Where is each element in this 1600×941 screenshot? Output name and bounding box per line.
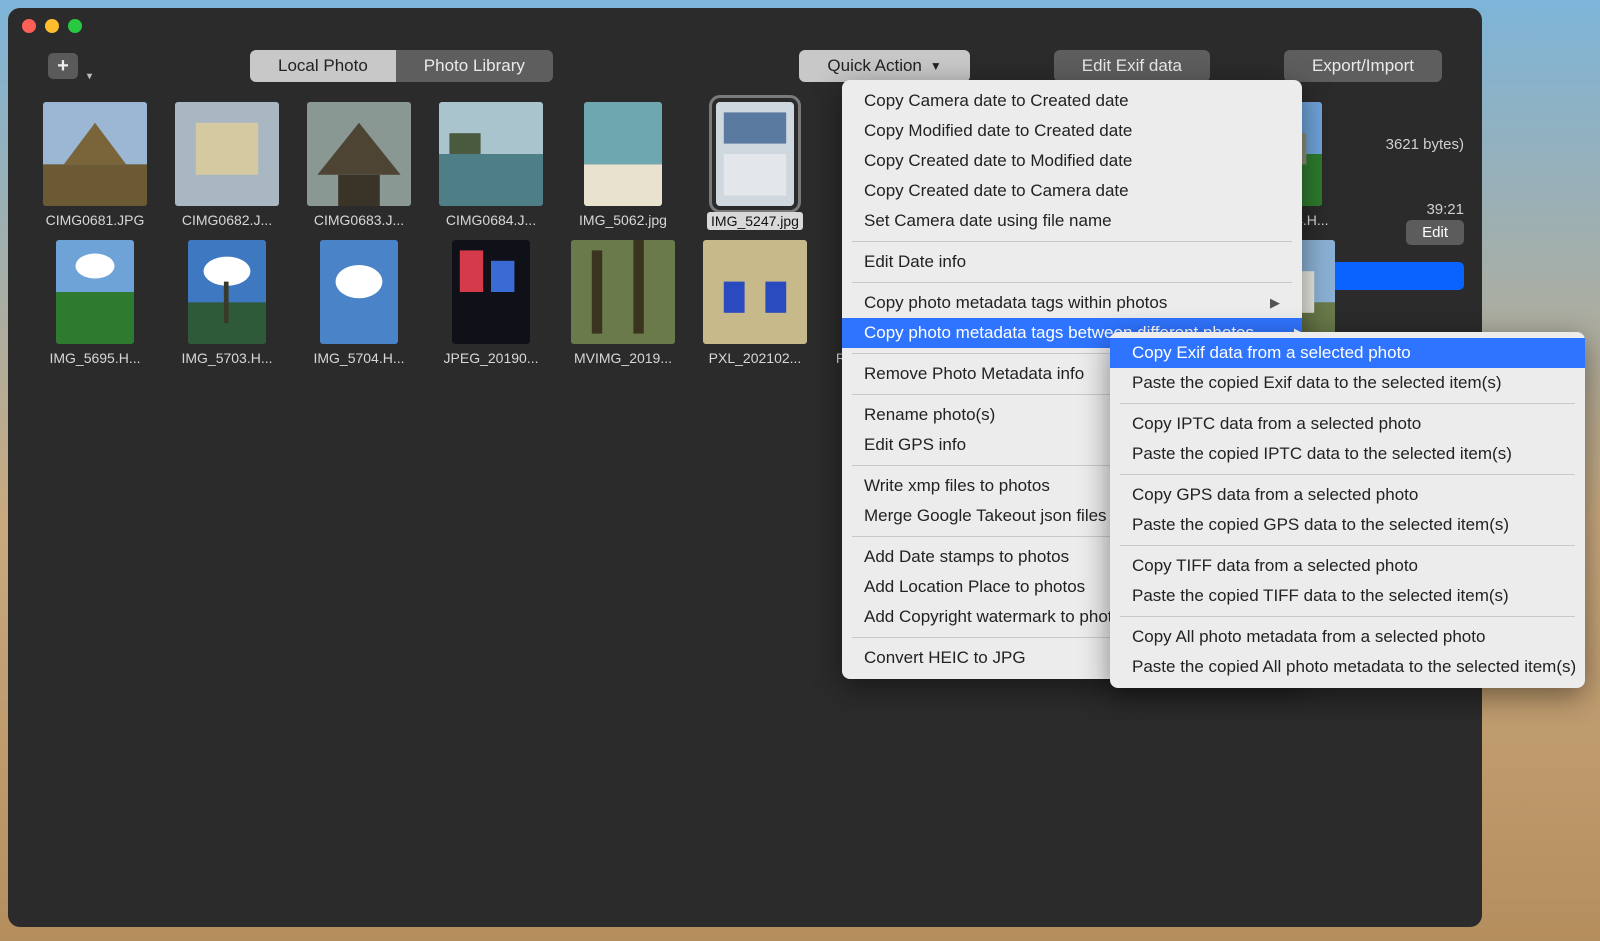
- thumbnail-item[interactable]: IMG_5062.jpg: [558, 102, 688, 230]
- menu-item-label: Set Camera date using file name: [864, 211, 1112, 231]
- menu-separator: [1120, 616, 1575, 617]
- source-segmented: Local Photo Photo Library: [250, 50, 553, 82]
- thumbnail-image: [175, 102, 279, 206]
- menu-item-label: Add Copyright watermark to photos: [864, 607, 1130, 627]
- thumbnail-label: JPEG_20190...: [444, 350, 539, 366]
- close-icon[interactable]: [22, 19, 36, 33]
- thumbnail-label: IMG_5704.H...: [313, 350, 404, 366]
- thumbnail-item[interactable]: MVIMG_2019...: [558, 240, 688, 366]
- thumbnail-label: CIMG0683.J...: [314, 212, 404, 228]
- thumbnail-image: [452, 240, 530, 344]
- edit-exif-button[interactable]: Edit Exif data: [1054, 50, 1210, 82]
- thumbnail-image: [307, 102, 411, 206]
- menu-separator: [1120, 545, 1575, 546]
- menu-item-label: Copy photo metadata tags within photos: [864, 293, 1167, 313]
- thumbnail-item[interactable]: PXL_202102...: [690, 240, 820, 366]
- submenu-item[interactable]: Paste the copied All photo metadata to t…: [1110, 652, 1585, 682]
- thumbnail-item[interactable]: CIMG0684.J...: [426, 102, 556, 230]
- titlebar: [8, 8, 1482, 44]
- thumbnail-image: [439, 102, 543, 206]
- thumbnail-item[interactable]: CIMG0681.JPG: [30, 102, 160, 230]
- thumbnail-label: IMG_5062.jpg: [579, 212, 667, 228]
- menu-item-label: Add Location Place to photos: [864, 577, 1085, 597]
- thumbnail-image: [320, 240, 398, 344]
- quick-action-label: Quick Action: [827, 56, 922, 76]
- maximize-icon[interactable]: [68, 19, 82, 33]
- thumbnail-item[interactable]: CIMG0683.J...: [294, 102, 424, 230]
- thumbnail-item[interactable]: IMG_5703.H...: [162, 240, 292, 366]
- menu-item-label: Edit GPS info: [864, 435, 966, 455]
- submenu-item[interactable]: Paste the copied GPS data to the selecte…: [1110, 510, 1585, 540]
- menu-item-label: Copy Created date to Modified date: [864, 151, 1132, 171]
- menu-separator: [1120, 474, 1575, 475]
- minimize-icon[interactable]: [45, 19, 59, 33]
- chevron-right-icon: ▶: [1230, 295, 1280, 311]
- submenu-item[interactable]: Copy IPTC data from a selected photo: [1110, 409, 1585, 439]
- submenu-item[interactable]: Paste the copied IPTC data to the select…: [1110, 439, 1585, 469]
- thumbnail-label: MVIMG_2019...: [574, 350, 672, 366]
- thumbnail-image: [703, 240, 807, 344]
- submenu-item[interactable]: Paste the copied Exif data to the select…: [1110, 368, 1585, 398]
- menu-item-label: Copy Modified date to Created date: [864, 121, 1132, 141]
- thumbnail-image: [56, 240, 134, 344]
- submenu-item[interactable]: Copy TIFF data from a selected photo: [1110, 551, 1585, 581]
- menu-item[interactable]: Copy photo metadata tags within photos ▶: [842, 288, 1302, 318]
- menu-item-label: Write xmp files to photos: [864, 476, 1050, 496]
- thumbnail-image: [571, 240, 675, 344]
- menu-item[interactable]: Copy Created date to Modified date: [842, 146, 1302, 176]
- thumbnail-label: IMG_5695.H...: [49, 350, 140, 366]
- submenu-item[interactable]: Paste the copied TIFF data to the select…: [1110, 581, 1585, 611]
- thumbnail-label: CIMG0682.J...: [182, 212, 272, 228]
- menu-item[interactable]: Copy Camera date to Created date: [842, 86, 1302, 116]
- export-import-button[interactable]: Export/Import: [1284, 50, 1442, 82]
- menu-item-label: Copy Camera date to Created date: [864, 91, 1129, 111]
- menu-separator: [852, 282, 1292, 283]
- thumbnail-label: CIMG0681.JPG: [46, 212, 145, 228]
- thumbnail-label: PXL_202102...: [709, 350, 802, 366]
- menu-item-label: Copy Created date to Camera date: [864, 181, 1129, 201]
- menu-separator: [852, 241, 1292, 242]
- thumbnail-image: [716, 102, 794, 206]
- tab-photo-library[interactable]: Photo Library: [396, 50, 553, 82]
- thumbnail-item[interactable]: JPEG_20190...: [426, 240, 556, 366]
- menu-separator: [1120, 403, 1575, 404]
- menu-item-label: Edit Date info: [864, 252, 966, 272]
- thumbnail-item[interactable]: IMG_5247.jpg: [690, 102, 820, 230]
- thumbnail-item[interactable]: IMG_5695.H...: [30, 240, 160, 366]
- thumbnail-item[interactable]: CIMG0682.J...: [162, 102, 292, 230]
- menu-item[interactable]: Edit Date info: [842, 247, 1302, 277]
- tab-local-photo[interactable]: Local Photo: [250, 50, 396, 82]
- menu-item-label: Rename photo(s): [864, 405, 995, 425]
- menu-item[interactable]: Set Camera date using file name: [842, 206, 1302, 236]
- thumbnail-image: [188, 240, 266, 344]
- thumbnail-item[interactable]: IMG_5704.H...: [294, 240, 424, 366]
- menu-item-label: Convert HEIC to JPG: [864, 648, 1026, 668]
- chevron-down-icon: ▼: [930, 59, 942, 73]
- quick-action-button[interactable]: Quick Action ▼: [799, 50, 969, 82]
- thumbnail-label: CIMG0684.J...: [446, 212, 536, 228]
- thumbnail-image: [43, 102, 147, 206]
- metadata-submenu: Copy Exif data from a selected photoPast…: [1110, 332, 1585, 688]
- submenu-item[interactable]: Copy GPS data from a selected photo: [1110, 480, 1585, 510]
- menu-item-label: Add Date stamps to photos: [864, 547, 1069, 567]
- thumbnail-label: IMG_5703.H...: [181, 350, 272, 366]
- menu-item-label: Remove Photo Metadata info: [864, 364, 1084, 384]
- thumbnail-label: IMG_5247.jpg: [707, 212, 803, 230]
- menu-item[interactable]: Copy Created date to Camera date: [842, 176, 1302, 206]
- submenu-item[interactable]: Copy All photo metadata from a selected …: [1110, 622, 1585, 652]
- menu-item[interactable]: Copy Modified date to Created date: [842, 116, 1302, 146]
- thumbnail-image: [584, 102, 662, 206]
- submenu-item[interactable]: Copy Exif data from a selected photo: [1110, 338, 1585, 368]
- add-button[interactable]: +: [48, 53, 78, 79]
